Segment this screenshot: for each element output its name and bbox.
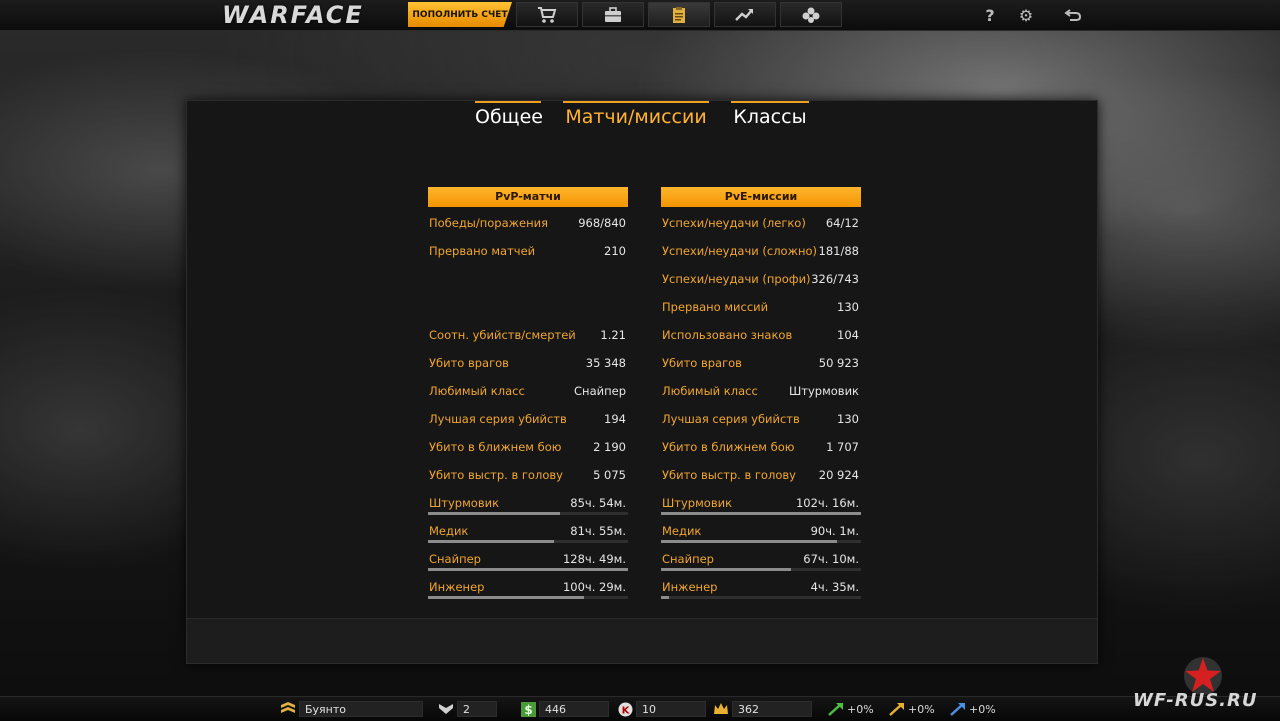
stat-row: Успехи/неудачи (профи) 326/743 xyxy=(662,272,859,286)
rank-value: 2 xyxy=(457,701,497,717)
class-time-row: Медик 90ч. 1м. xyxy=(661,522,861,543)
game-logo: WARFACE xyxy=(222,1,364,29)
help-button[interactable]: ? xyxy=(977,4,1003,26)
watermark-text: WF-RUS.RU xyxy=(1133,690,1258,711)
tab-general[interactable]: Общее xyxy=(475,101,543,131)
crown-icon xyxy=(713,701,729,717)
stat-row: Прервано матчей 210 xyxy=(429,244,626,258)
money-block[interactable]: $ 446 xyxy=(520,700,609,718)
class-time-bar xyxy=(661,596,861,599)
class-time-bar xyxy=(661,512,861,515)
stat-row: Прервано миссий 130 xyxy=(662,300,859,314)
exit-button[interactable] xyxy=(1060,4,1086,26)
stat-row: Успехи/неудачи (сложно) 181/88 xyxy=(662,244,859,258)
kredits-block[interactable]: K 10 xyxy=(617,700,706,718)
shop-button[interactable] xyxy=(516,2,578,27)
class-time-bar xyxy=(661,540,861,543)
stat-row: Использовано знаков 104 xyxy=(662,328,859,342)
crowns-block[interactable]: 362 xyxy=(713,700,812,718)
stat-row: Лучшая серия убийств 194 xyxy=(429,412,626,426)
class-time-row: Инженер 4ч. 35м. xyxy=(661,578,861,599)
rank-badge-icon xyxy=(438,701,454,717)
class-time-bar xyxy=(428,512,628,515)
money-value: 446 xyxy=(539,701,609,717)
stat-row: Убито выстр. в голову 20 924 xyxy=(662,468,859,482)
panel-footer xyxy=(187,618,1097,663)
progress-button[interactable] xyxy=(714,2,776,27)
class-time-row: Медик 81ч. 55м. xyxy=(428,522,628,543)
pve-header: PvE-миссии xyxy=(661,187,861,207)
xp-boost[interactable]: +0% xyxy=(828,700,874,718)
class-time-bar xyxy=(661,568,861,571)
top-bar: WARFACE ПОПОЛНИТЬ СЧЕТ ? ⚙ xyxy=(0,0,1280,31)
achievements-button[interactable] xyxy=(780,2,842,27)
cart-icon xyxy=(538,6,557,23)
tab-matches-missions[interactable]: Матчи/миссии xyxy=(563,101,709,131)
stat-row: Любимый класс Снайпер xyxy=(429,384,626,398)
money-boost[interactable]: +0% xyxy=(889,700,935,718)
class-time-bar xyxy=(428,540,628,543)
player-name-block[interactable]: Буянто xyxy=(280,700,423,718)
stat-row: Убито в ближнем бою 2 190 xyxy=(429,440,626,454)
stat-row: Успехи/неудачи (легко) 64/12 xyxy=(662,216,859,230)
chart-arrow-icon xyxy=(735,8,753,21)
top-up-account-button[interactable]: ПОПОЛНИТЬ СЧЕТ xyxy=(408,2,512,27)
pvp-stats-column: PvP-матчи Победы/поражения 968/840 Прерва… xyxy=(428,187,628,627)
bottom-status-bar: Буянто 2 $ 446 K 10 362 +0% +0% +0% xyxy=(0,696,1280,721)
vp-boost[interactable]: +0% xyxy=(950,700,996,718)
stat-row: Убито в ближнем бою 1 707 xyxy=(662,440,859,454)
stat-row: Победы/поражения 968/840 xyxy=(429,216,626,230)
class-time-row: Снайпер 67ч. 10м. xyxy=(661,550,861,571)
player-name: Буянто xyxy=(299,701,423,717)
class-time-row: Снайпер 128ч. 49м. xyxy=(428,550,628,571)
briefcase-icon xyxy=(605,6,621,22)
stat-row: Убито врагов 35 348 xyxy=(429,356,626,370)
clipboard-icon xyxy=(673,6,685,23)
question-icon: ? xyxy=(985,5,995,25)
dollar-icon: $ xyxy=(520,701,536,717)
clover-icon xyxy=(802,7,820,23)
stat-row: Убито выстр. в голову 5 075 xyxy=(429,468,626,482)
stat-row: Лучшая серия убийств 130 xyxy=(662,412,859,426)
stat-row: Соотн. убийств/смертей 1.21 xyxy=(429,328,626,342)
kredit-coin-icon: K xyxy=(617,701,633,717)
yellow-boost-arrow-icon xyxy=(889,701,905,717)
kredits-value: 10 xyxy=(636,701,706,717)
class-time-row: Штурмовик 102ч. 16м. xyxy=(661,494,861,515)
statistics-panel: Общее Матчи/миссии Классы PvP-матчи Побе… xyxy=(186,100,1098,664)
crowns-value: 362 xyxy=(732,701,812,717)
svg-text:$: $ xyxy=(524,703,532,717)
pvp-header: PvP-матчи xyxy=(428,187,628,207)
rank-block[interactable]: 2 xyxy=(438,700,497,718)
green-boost-arrow-icon xyxy=(828,701,844,717)
class-time-bar xyxy=(428,568,628,571)
statistics-button[interactable] xyxy=(648,2,710,27)
stat-row: Убито врагов 50 923 xyxy=(662,356,859,370)
stat-row: Любимый класс Штурмовик xyxy=(662,384,859,398)
exit-arrow-icon xyxy=(1064,9,1082,21)
class-time-row: Инженер 100ч. 29м. xyxy=(428,578,628,599)
inventory-button[interactable] xyxy=(582,2,644,27)
gear-icon: ⚙ xyxy=(1018,5,1034,25)
rank-stripes-icon xyxy=(280,701,296,717)
tab-classes[interactable]: Классы xyxy=(731,101,809,131)
svg-text:K: K xyxy=(621,705,630,716)
class-time-bar xyxy=(428,596,628,599)
blue-boost-arrow-icon xyxy=(950,701,966,717)
pve-stats-column: PvE-миссии Успехи/неудачи (легко) 64/12 У… xyxy=(661,187,861,627)
class-time-row: Штурмовик 85ч. 54м. xyxy=(428,494,628,515)
settings-button[interactable]: ⚙ xyxy=(1013,4,1039,26)
